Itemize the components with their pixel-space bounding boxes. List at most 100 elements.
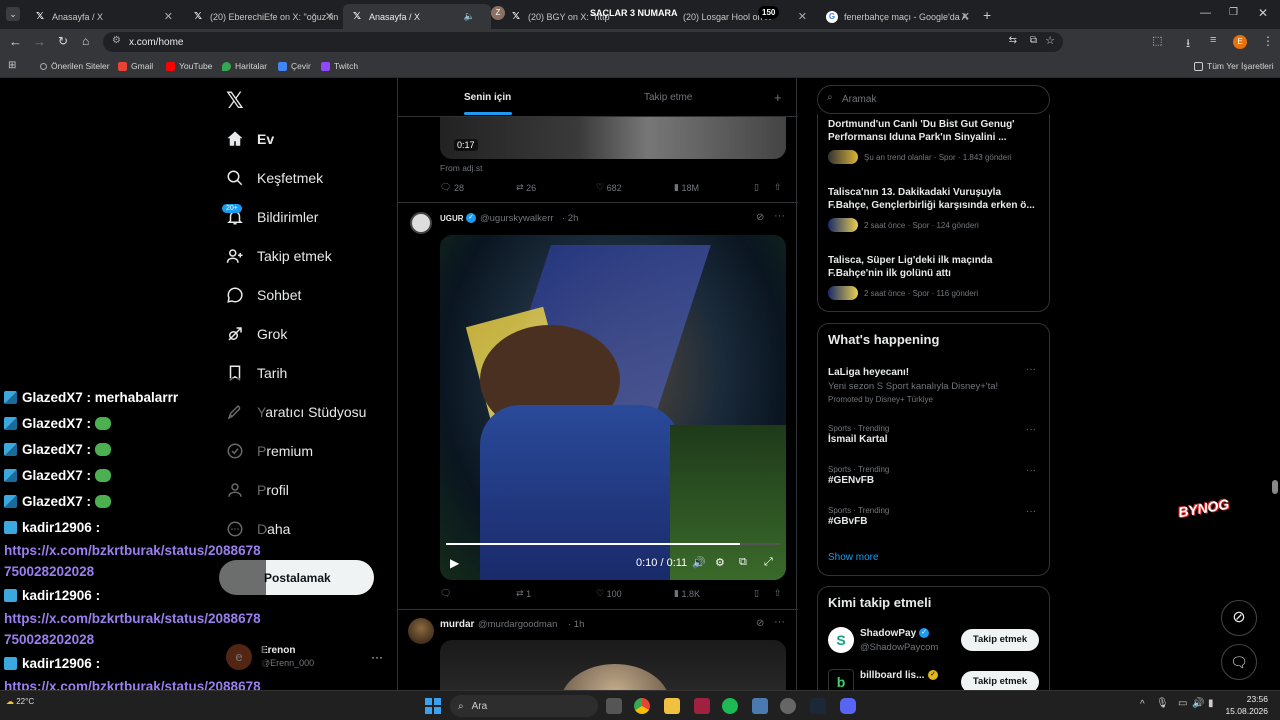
discord-icon[interactable] (840, 698, 856, 714)
chat-link[interactable]: https://x.com/bzkrtburak/status/20886787… (4, 608, 266, 650)
browser-tab-1[interactable]: 𝕏 Anasayfa / X ✕ (26, 4, 181, 29)
browser-menu-icon[interactable]: ⋮ (1262, 34, 1274, 48)
promo-item[interactable]: LaLiga heyecanı! Yeni sezon S Sport kana… (828, 366, 1040, 404)
follow-button[interactable]: Takip etmek (961, 629, 1039, 651)
apps-grid-icon[interactable]: ⊞ (8, 60, 16, 71)
install-app-icon[interactable]: ⧉ (1030, 35, 1037, 46)
news-item[interactable]: Talisca'nın 13. Dakikadaki Vuruşuyla F.B… (828, 186, 1040, 232)
post-author-handle[interactable]: @ugurskywalkerr (480, 213, 554, 224)
tab-search-icon[interactable]: ⌄ (6, 7, 20, 21)
volume-icon[interactable]: 🔊 (1192, 698, 1204, 709)
close-icon[interactable]: ✕ (961, 10, 970, 23)
download-icon[interactable]: ⭳ (1186, 34, 1190, 55)
tray-chevron-icon[interactable]: ^ (1140, 699, 1145, 710)
chat-link[interactable]: https://x.com/bzkrtburak/status/20886787… (4, 676, 266, 690)
close-icon[interactable]: ✕ (325, 10, 334, 23)
more-dots-icon[interactable]: ··· (1026, 364, 1036, 375)
follow-account-name[interactable]: ShadowPay (860, 628, 916, 639)
bookmark-translate[interactable]: Çevir (278, 61, 311, 71)
file-explorer-icon[interactable] (664, 698, 680, 714)
windows-start-icon[interactable] (425, 698, 441, 714)
chat-link[interactable]: https://x.com/bzkrtburak/status/20886787… (4, 540, 266, 582)
close-window-button[interactable]: ✕ (1258, 6, 1268, 20)
bookmark-button[interactable]: ▯ (754, 588, 759, 599)
tab-for-you[interactable]: Senin için (464, 92, 512, 115)
grok-icon[interactable]: ⊘ (756, 212, 764, 223)
more-dots-icon[interactable]: ··· (1026, 424, 1036, 435)
browser-tab-6[interactable]: Gfenerbahçe maçı - Google'da A ✕ (818, 4, 978, 29)
home-icon[interactable]: ⌂ (82, 34, 89, 48)
new-tab-button[interactable]: + (983, 7, 991, 23)
trend-item[interactable]: Sports · Trending #GENvFB (828, 465, 1040, 487)
share-button[interactable]: ⇧ (774, 182, 782, 193)
post-author-name[interactable]: murdar (440, 619, 474, 630)
browser-tab-3-active[interactable]: 𝕏 Anasayfa / X 🔈 (343, 4, 491, 29)
pip-icon[interactable]: ⧉ (739, 556, 747, 569)
nav-chat[interactable]: Sohbet (226, 286, 301, 304)
avatar[interactable] (408, 618, 434, 644)
media-control-icon[interactable]: ≡ (1210, 34, 1216, 46)
address-bar[interactable]: ⚙ x.com/home ⇆ ⧉ ☆ (103, 32, 1063, 52)
more-dots-icon[interactable]: ··· (1026, 506, 1036, 517)
volume-icon[interactable]: 🔊 (692, 556, 706, 569)
bookmark-star-icon[interactable]: ☆ (1045, 34, 1055, 47)
forward-arrow-icon[interactable]: → (33, 34, 46, 49)
clock-date[interactable]: 15.08.2026 (1222, 706, 1268, 716)
more-dots-icon[interactable]: ··· (774, 616, 785, 628)
reload-icon[interactable]: ↻ (58, 34, 68, 48)
extensions-icon[interactable]: ⬚ (1152, 34, 1162, 47)
post-author-name[interactable]: UGUR (440, 214, 464, 223)
settings-gear-icon[interactable]: ⚙ (715, 556, 725, 569)
search-input[interactable]: ⌕ Aramak (817, 85, 1050, 114)
tab-following[interactable]: Takip etme (644, 92, 692, 103)
close-icon[interactable]: ✕ (164, 10, 173, 23)
x-logo-icon[interactable]: 𝕏 (226, 88, 244, 114)
messages-float-button[interactable]: 🗨 (1221, 644, 1257, 680)
fullscreen-icon[interactable]: ⤢ (764, 556, 773, 569)
task-view-icon[interactable] (606, 698, 622, 714)
taskbar-search[interactable]: ⌕ Ara (450, 695, 598, 717)
bookmark-twitch[interactable]: Twitch (321, 61, 358, 71)
browser-tab-5[interactable]: (20) Losgar Hool on X ✕ (675, 4, 815, 29)
trend-item[interactable]: Sports · Trending İsmail Kartal (828, 424, 1040, 446)
bookmark-youtube[interactable]: YouTube (166, 61, 212, 71)
clock-time[interactable]: 23:56 (1240, 694, 1268, 704)
steam-icon[interactable] (810, 698, 826, 714)
speaker-icon[interactable]: 🔈 (464, 11, 475, 22)
page-scrollbar-thumb[interactable] (1272, 480, 1278, 494)
repost-button[interactable]: ⇄ 26 (516, 182, 536, 193)
add-tab-icon[interactable]: + (774, 90, 782, 105)
reply-button[interactable]: 🗨 28 (440, 182, 464, 193)
show-more-link[interactable]: Show more (828, 552, 879, 563)
app-icon[interactable] (752, 698, 768, 714)
like-button[interactable]: ♡ 682 (596, 182, 622, 193)
reply-button[interactable]: 🗨 (440, 588, 454, 599)
app-icon[interactable] (780, 698, 796, 714)
nav-explore[interactable]: Keşfetmek (226, 169, 323, 187)
microphone-icon[interactable]: 🎙 (1156, 698, 1169, 709)
weather-widget[interactable]: ☁ 22°C (6, 697, 56, 715)
views-button[interactable]: ▮ 1.8K (674, 588, 700, 599)
bookmark-maps[interactable]: Haritalar (222, 61, 267, 71)
site-info-icon[interactable]: ⚙ (112, 35, 121, 46)
follow-account-name[interactable]: billboard lis... (860, 670, 924, 681)
news-item[interactable]: Dortmund'un Canlı 'Du Bist Gut Genug' Pe… (828, 118, 1040, 164)
bookmark-button[interactable]: ▯ (754, 182, 759, 193)
browser-tab-2[interactable]: 𝕏 (20) EberechiEfe on X: "oğuz fin ✕ (184, 4, 342, 29)
video-progress-bar[interactable] (446, 543, 780, 545)
close-icon[interactable]: ✕ (798, 10, 807, 23)
news-item[interactable]: Talisca, Süper Lig'deki ilk maçında F.Ba… (828, 254, 1040, 300)
avatar[interactable]: S (828, 627, 854, 653)
chrome-icon[interactable] (634, 698, 650, 714)
profile-avatar[interactable]: E (1233, 35, 1247, 49)
translate-icon[interactable]: ⇆ (1009, 35, 1017, 46)
nav-grok[interactable]: Grok (226, 325, 287, 343)
post-3-media[interactable] (440, 640, 786, 690)
repost-button[interactable]: ⇄ 1 (516, 588, 531, 599)
bookmark-gmail[interactable]: Gmail (118, 61, 153, 71)
avatar[interactable]: b (828, 669, 854, 690)
network-icon[interactable]: ▭ (1178, 698, 1187, 709)
minimize-button[interactable]: — (1200, 7, 1211, 19)
post-author-handle[interactable]: @murdargoodman (478, 619, 557, 630)
post-1-media[interactable]: 0:17 (440, 117, 786, 159)
